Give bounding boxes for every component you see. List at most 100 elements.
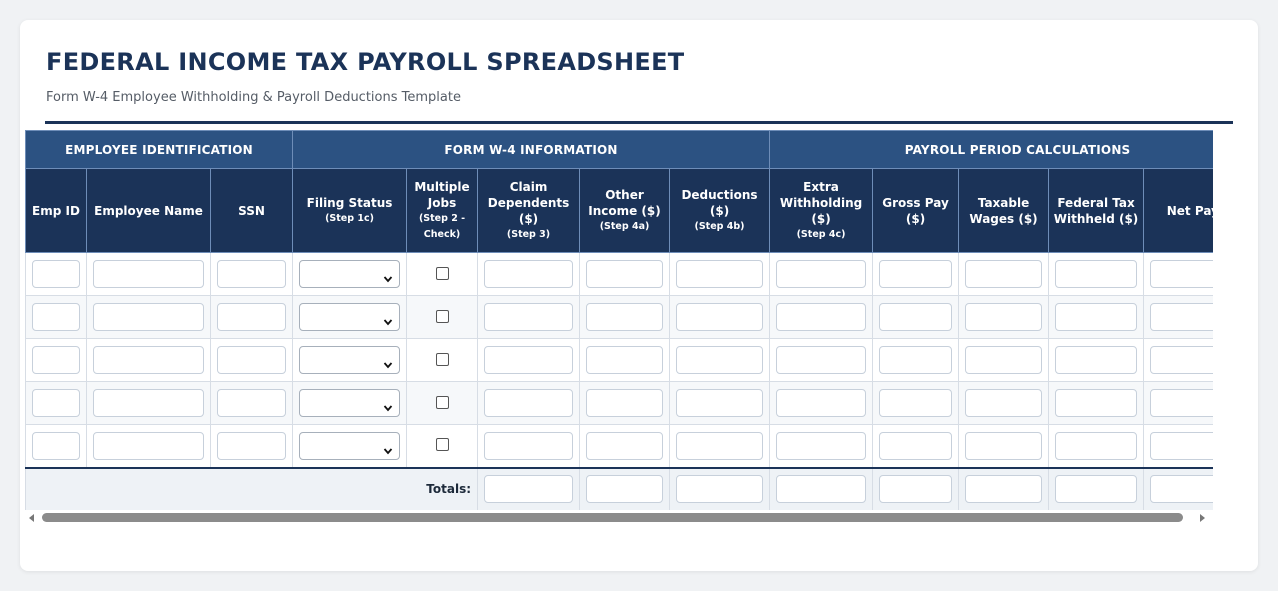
ssn-input[interactable]	[217, 260, 287, 288]
cell-emp-id	[25, 295, 87, 339]
ssn-input[interactable]	[217, 389, 287, 417]
emp-id-input[interactable]	[32, 303, 80, 331]
taxable-wages-input[interactable]	[965, 389, 1043, 417]
federal-tax-withheld-input[interactable]	[1055, 303, 1138, 331]
gross-pay-input[interactable]	[879, 260, 953, 288]
total-taxable-wages-input[interactable]	[965, 475, 1043, 503]
net-pay-input[interactable]	[1150, 431, 1213, 460]
horizontal-scrollbar[interactable]	[25, 512, 1213, 524]
net-pay-input[interactable]	[1150, 389, 1213, 417]
gross-pay-input[interactable]	[879, 431, 953, 460]
cell-filing-status	[292, 252, 408, 296]
claim-dependents-input[interactable]	[484, 303, 574, 331]
col-header-label: Employee Name	[94, 203, 203, 218]
deductions-input[interactable]	[676, 346, 764, 374]
cell-ssn	[209, 252, 294, 296]
total-deductions-input[interactable]	[676, 475, 764, 503]
col-header-step: (Step 4a)	[599, 220, 650, 232]
claim-dependents-input[interactable]	[484, 431, 574, 460]
scroll-thumb[interactable]	[42, 513, 1183, 522]
cell-claim-dependents	[477, 338, 581, 382]
taxable-wages-input[interactable]	[965, 303, 1043, 331]
federal-tax-withheld-input[interactable]	[1055, 389, 1138, 417]
ssn-input[interactable]	[217, 303, 287, 331]
other-income-input[interactable]	[586, 303, 664, 331]
deductions-input[interactable]	[676, 260, 764, 288]
claim-dependents-input[interactable]	[484, 389, 574, 417]
extra-withholding-input[interactable]	[776, 431, 867, 460]
cell-net-pay	[1143, 381, 1213, 425]
cell-filing-status	[292, 295, 408, 339]
federal-tax-withheld-input[interactable]	[1055, 431, 1138, 460]
taxable-wages-input[interactable]	[965, 346, 1043, 374]
cell-multiple-jobs	[406, 381, 479, 425]
extra-withholding-input[interactable]	[776, 303, 867, 331]
multiple-jobs-checkbox[interactable]	[435, 438, 449, 452]
total-federal-tax-withheld-input[interactable]	[1055, 475, 1138, 503]
cell-extra-withholding	[769, 252, 874, 296]
extra-withholding-input[interactable]	[776, 260, 867, 288]
total-net-pay-input[interactable]	[1150, 475, 1213, 503]
filing-status-select[interactable]	[299, 260, 401, 288]
filing-status-select[interactable]	[299, 346, 401, 374]
cell-ssn	[209, 424, 294, 468]
column-header-row: Emp ID Employee Name SSN Filing Status (Step…	[25, 168, 1213, 253]
multiple-jobs-checkbox[interactable]	[435, 309, 449, 323]
emp-id-input[interactable]	[32, 260, 80, 288]
emp-id-input[interactable]	[32, 346, 80, 374]
col-header-label: Net Pay ($)	[1166, 203, 1213, 218]
federal-tax-withheld-input[interactable]	[1055, 260, 1138, 288]
taxable-wages-input[interactable]	[965, 431, 1043, 460]
table-row	[25, 252, 1213, 296]
gross-pay-input[interactable]	[879, 303, 953, 331]
scroll-right-arrow-icon[interactable]	[1200, 514, 1205, 522]
federal-tax-withheld-input[interactable]	[1055, 346, 1138, 374]
totals-label: Totals:	[25, 466, 479, 510]
multiple-jobs-checkbox[interactable]	[435, 266, 449, 280]
emp-id-input[interactable]	[32, 431, 80, 460]
net-pay-input[interactable]	[1150, 303, 1213, 331]
gross-pay-input[interactable]	[879, 389, 953, 417]
deductions-input[interactable]	[676, 389, 764, 417]
gross-pay-input[interactable]	[879, 346, 953, 374]
scroll-left-arrow-icon[interactable]	[29, 514, 34, 522]
other-income-input[interactable]	[586, 346, 664, 374]
extra-withholding-input[interactable]	[776, 389, 867, 417]
total-gross-pay-input[interactable]	[879, 475, 953, 503]
claim-dependents-input[interactable]	[484, 346, 574, 374]
claim-dependents-input[interactable]	[484, 260, 574, 288]
deductions-input[interactable]	[676, 431, 764, 460]
cell-taxable-wages	[958, 381, 1050, 425]
cell-federal-tax-withheld	[1048, 424, 1145, 468]
employee-name-input[interactable]	[93, 303, 204, 331]
ssn-input[interactable]	[217, 431, 287, 460]
other-income-input[interactable]	[586, 431, 664, 460]
other-income-input[interactable]	[586, 260, 664, 288]
filing-status-select[interactable]	[299, 389, 401, 417]
cell-gross-pay	[872, 295, 960, 339]
extra-withholding-input[interactable]	[776, 346, 867, 374]
multiple-jobs-checkbox[interactable]	[435, 395, 449, 409]
employee-name-input[interactable]	[93, 431, 204, 460]
multiple-jobs-checkbox[interactable]	[435, 352, 449, 366]
cell-deductions	[669, 338, 771, 382]
employee-name-input[interactable]	[93, 260, 204, 288]
emp-id-input[interactable]	[32, 389, 80, 417]
total-claim-dependents-input[interactable]	[484, 475, 574, 503]
filing-status-select[interactable]	[299, 431, 401, 460]
employee-name-input[interactable]	[93, 346, 204, 374]
chevron-down-icon	[383, 441, 393, 455]
other-income-input[interactable]	[586, 389, 664, 417]
net-pay-input[interactable]	[1150, 260, 1213, 288]
total-other-income-input[interactable]	[586, 475, 664, 503]
cell-other-income	[579, 424, 671, 468]
total-extra-withholding-input[interactable]	[776, 475, 867, 503]
ssn-input[interactable]	[217, 346, 287, 374]
table-scroll-container[interactable]: EMPLOYEE IDENTIFICATION FORM W-4 INFORMA…	[25, 130, 1213, 510]
net-pay-input[interactable]	[1150, 346, 1213, 374]
taxable-wages-input[interactable]	[965, 260, 1043, 288]
deductions-input[interactable]	[676, 303, 764, 331]
employee-name-input[interactable]	[93, 389, 204, 417]
filing-status-select[interactable]	[299, 303, 401, 331]
col-header-label: Multiple Jobs	[414, 179, 470, 210]
